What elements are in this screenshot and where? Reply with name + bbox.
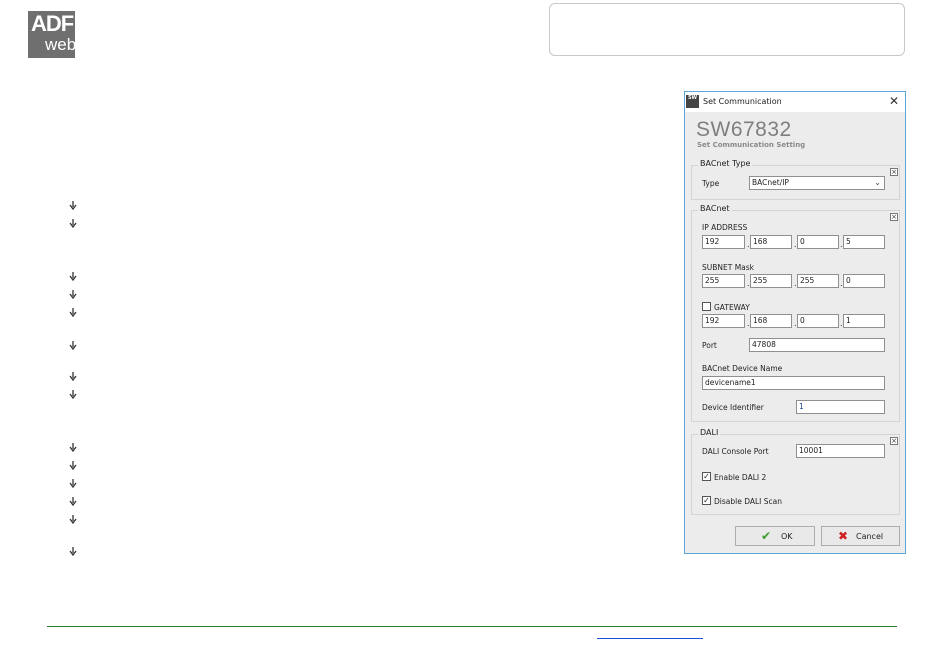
- group-label-bacnet: BACnet: [698, 204, 732, 213]
- logo-text-web: web: [45, 35, 77, 54]
- gateway-octet-2[interactable]: 168: [750, 314, 792, 328]
- device-identifier-input[interactable]: 1: [796, 400, 885, 414]
- enable-dali2-checkbox[interactable]: ✓: [702, 472, 711, 481]
- dialog-title: Set Communication: [703, 97, 782, 106]
- group-label-bacnet-type: BACnet Type: [698, 159, 753, 168]
- bullet-icon: [68, 272, 78, 282]
- collapse-icon[interactable]: ×: [890, 437, 898, 445]
- dali-console-port-label: DALI Console Port: [702, 447, 769, 456]
- subnet-octet-3[interactable]: 255: [797, 274, 839, 288]
- bullet-icon: [68, 497, 78, 507]
- app-icon: SW: [686, 95, 699, 108]
- checkmark-icon: ✔: [761, 529, 772, 543]
- logo-text-adf: ADF: [31, 11, 74, 36]
- subnet-mask-label: SUBNET Mask: [702, 263, 755, 272]
- disable-dali-scan-checkbox[interactable]: ✓: [702, 496, 711, 505]
- type-select-value: BACnet/IP: [752, 178, 789, 187]
- bullet-icon: [68, 461, 78, 471]
- footer-divider: [47, 626, 897, 627]
- bullet-icon: [68, 201, 78, 211]
- gateway-label: GATEWAY: [714, 303, 750, 312]
- type-select[interactable]: BACnet/IP ⌄: [749, 176, 885, 190]
- bacnet-group: BACnet × IP ADDRESS 192 . 168 . 0 . 5 SU…: [691, 204, 900, 422]
- disable-dali-scan-label: Disable DALI Scan: [714, 497, 782, 506]
- device-name-label: BACnet Device Name: [702, 364, 783, 373]
- ip-octet-1[interactable]: 192: [702, 235, 745, 249]
- gateway-checkbox[interactable]: [702, 302, 711, 311]
- bullet-icon: [68, 341, 78, 351]
- ip-address-label: IP ADDRESS: [702, 223, 748, 232]
- bullet-icon: [68, 372, 78, 382]
- ip-octet-3[interactable]: 0: [797, 235, 839, 249]
- bullet-icon: [68, 290, 78, 300]
- group-label-dali: DALI: [698, 428, 721, 437]
- dialog-titlebar[interactable]: SW Set Communication ✕: [685, 92, 905, 112]
- ip-octet-4[interactable]: 5: [843, 235, 885, 249]
- collapse-icon[interactable]: ×: [890, 213, 898, 221]
- type-label: Type: [702, 179, 720, 188]
- cancel-button-label: Cancel: [856, 532, 884, 541]
- bacnet-type-group: BACnet Type × Type BACnet/IP ⌄: [691, 159, 900, 200]
- cancel-button[interactable]: ✖ Cancel: [821, 526, 900, 546]
- product-code: SW67832: [696, 118, 792, 141]
- chevron-down-icon: ⌄: [874, 178, 881, 187]
- close-icon[interactable]: ✕: [889, 94, 899, 108]
- subnet-octet-2[interactable]: 255: [750, 274, 792, 288]
- enable-dali2-label: Enable DALI 2: [714, 473, 767, 482]
- bullet-icon: [68, 219, 78, 229]
- adfweb-logo: ADF web: [28, 11, 77, 58]
- bullet-icon: [68, 515, 78, 525]
- device-name-input[interactable]: devicename1: [702, 376, 885, 390]
- bullet-icon: [68, 547, 78, 557]
- bullet-icon: [68, 443, 78, 453]
- port-input[interactable]: 47808: [749, 338, 885, 352]
- dialog-subtitle: Set Communication Setting: [697, 141, 806, 149]
- subnet-octet-1[interactable]: 255: [702, 274, 745, 288]
- bullet-icon: [68, 390, 78, 400]
- ok-button-label: OK: [781, 532, 793, 541]
- dali-group: DALI × DALI Console Port 10001 ✓ Enable …: [691, 428, 900, 515]
- cancel-x-icon: ✖: [838, 529, 849, 543]
- subnet-octet-4[interactable]: 0: [843, 274, 885, 288]
- bullet-icon: [68, 479, 78, 489]
- ip-octet-2[interactable]: 168: [750, 235, 792, 249]
- collapse-icon[interactable]: ×: [890, 168, 898, 176]
- gateway-octet-1[interactable]: 192: [702, 314, 745, 328]
- header-info-box: [549, 3, 905, 56]
- gateway-octet-4[interactable]: 1: [843, 314, 885, 328]
- footer-link-underline[interactable]: [597, 638, 703, 639]
- device-identifier-label: Device Identifier: [702, 403, 764, 412]
- ok-button[interactable]: ✔ OK: [735, 526, 815, 546]
- port-label: Port: [702, 341, 717, 350]
- dali-console-port-input[interactable]: 10001: [796, 444, 885, 458]
- set-communication-dialog: SW Set Communication ✕ SW67832 Set Commu…: [684, 91, 906, 554]
- gateway-octet-3[interactable]: 0: [797, 314, 839, 328]
- bullet-icon: [68, 308, 78, 318]
